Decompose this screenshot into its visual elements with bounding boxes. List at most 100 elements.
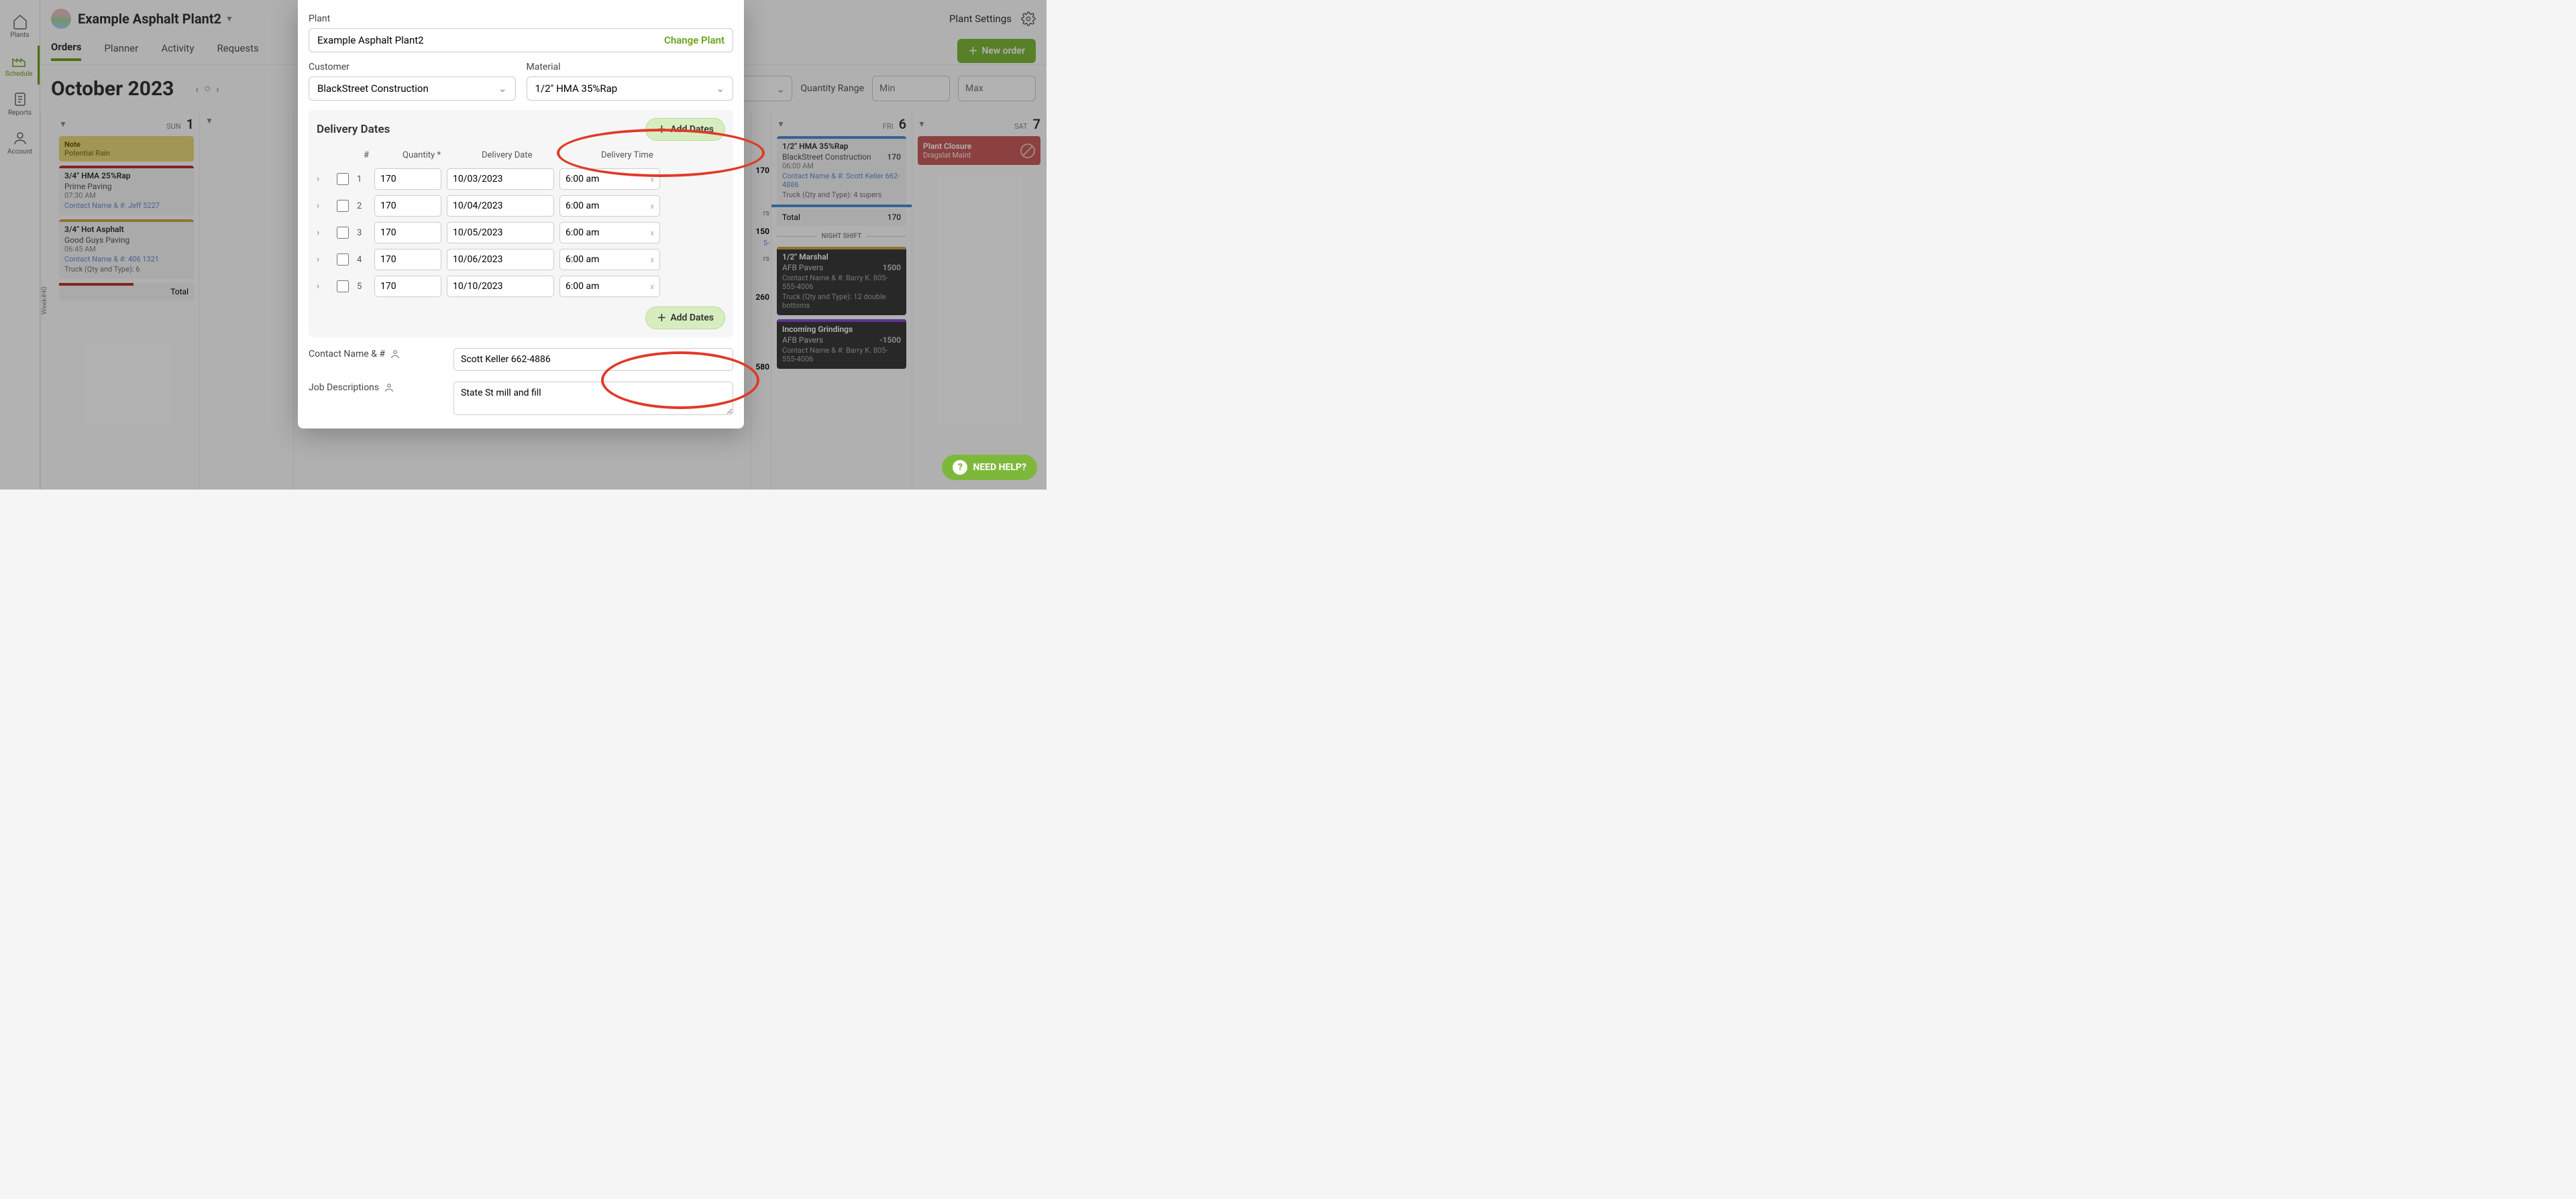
- qty-min-input[interactable]: [872, 76, 950, 101]
- expand-row-button[interactable]: ›: [317, 174, 331, 184]
- row-number: 3: [357, 228, 369, 238]
- clear-time-button[interactable]: x: [651, 255, 654, 264]
- sidebar-nav: Plants Schedule Reports Account: [0, 0, 40, 490]
- plant-settings-link[interactable]: Plant Settings: [949, 13, 1012, 25]
- next-month-button[interactable]: ›: [216, 82, 219, 95]
- plant-selector[interactable]: Example Asphalt Plant2 ▼: [78, 11, 233, 27]
- order-qty: 170: [887, 152, 901, 162]
- gear-icon[interactable]: [1021, 11, 1036, 26]
- order-card[interactable]: 1/2" HMA 35%Rap BlackStreet Construction…: [777, 136, 906, 205]
- order-qty-frag: 260: [753, 292, 769, 302]
- row-checkbox[interactable]: [337, 200, 349, 212]
- chevron-down-icon: ⌄: [498, 82, 507, 95]
- order-card[interactable]: 1/2" Marshal AFB Pavers1500 Contact Name…: [777, 247, 906, 315]
- change-plant-button[interactable]: Change Plant: [664, 34, 724, 46]
- quantity-input[interactable]: [374, 249, 441, 270]
- note-title: Note: [64, 140, 189, 149]
- time-input[interactable]: 6:00 amx: [559, 276, 660, 297]
- day-collapse-toggle[interactable]: ▼: [918, 119, 926, 129]
- order-truck: Truck (Qty and Type): 12 double bottoms: [782, 292, 901, 310]
- person-icon: [383, 382, 395, 394]
- total-qty: 170: [888, 213, 901, 222]
- question-icon: ?: [953, 460, 967, 475]
- quantity-input[interactable]: [374, 276, 441, 297]
- day-collapse-toggle[interactable]: ▼: [777, 119, 785, 129]
- order-contact: Contact Name & #: Scott Keller 662-4886: [782, 172, 901, 189]
- expand-row-button[interactable]: ›: [317, 201, 331, 211]
- date-input[interactable]: [447, 222, 554, 243]
- clear-time-button[interactable]: x: [651, 282, 654, 291]
- plant-closure-card[interactable]: Plant Closure Dragslat Maint: [918, 136, 1040, 165]
- delivery-dates-section: Delivery Dates ＋ Add Dates # Quantity * …: [309, 110, 733, 337]
- row-checkbox[interactable]: [337, 280, 349, 292]
- date-input[interactable]: [447, 168, 554, 190]
- date-input[interactable]: [447, 195, 554, 217]
- closure-title: Plant Closure: [923, 141, 971, 151]
- time-input[interactable]: 6:00 amx: [559, 168, 660, 190]
- chevron-down-icon: ⌄: [776, 82, 785, 95]
- col-qty: Quantity *: [402, 150, 476, 160]
- quantity-input[interactable]: [374, 195, 441, 217]
- order-contact: Contact Name & #: 406 1321: [64, 255, 189, 264]
- qty-range-label: Quantity Range: [800, 83, 864, 94]
- new-order-button[interactable]: ＋ New order: [957, 39, 1036, 63]
- row-checkbox[interactable]: [337, 173, 349, 185]
- help-button[interactable]: ? NEED HELP?: [942, 455, 1037, 480]
- row-number: 5: [357, 282, 369, 292]
- time-input[interactable]: 6:00 amx: [559, 195, 660, 217]
- order-frag: 5-: [753, 239, 769, 247]
- quantity-input[interactable]: [374, 222, 441, 243]
- nav-reports[interactable]: Reports: [0, 84, 40, 123]
- job-description-input[interactable]: State St mill and fill: [453, 382, 733, 415]
- day-column-thu: 170 rs 150 5- rs 260 580: [751, 112, 771, 490]
- nav-account[interactable]: Account: [0, 123, 40, 162]
- order-card[interactable]: 3/4" HMA 25%Rap Prime Paving 07:30 AM Co…: [59, 166, 194, 215]
- day-collapse-toggle[interactable]: ▼: [205, 116, 213, 125]
- expand-row-button[interactable]: ›: [317, 281, 331, 292]
- quantity-input[interactable]: [374, 168, 441, 190]
- delivery-row: › 1 6:00 amx: [317, 166, 725, 192]
- nav-plants[interactable]: Plants: [0, 7, 40, 46]
- qty-max-input[interactable]: [958, 76, 1036, 101]
- plant-logo: [51, 9, 71, 29]
- day-column-sun: ▼ SUN 1 Note Potential Rain 3/4" HMA 25%…: [54, 112, 200, 490]
- material-field-label: Material: [527, 62, 734, 72]
- expand-row-button[interactable]: ›: [317, 227, 331, 238]
- tab-requests[interactable]: Requests: [217, 42, 258, 60]
- date-input[interactable]: [447, 249, 554, 270]
- job-label: Job Descriptions: [309, 382, 379, 393]
- note-card[interactable]: Note Potential Rain: [59, 136, 194, 162]
- time-input[interactable]: 6:00 amx: [559, 222, 660, 243]
- tab-activity[interactable]: Activity: [161, 42, 194, 60]
- person-icon: [389, 348, 401, 360]
- date-input[interactable]: [447, 276, 554, 297]
- order-card[interactable]: 3/4" Hot Asphalt Good Guys Paving 06:45 …: [59, 219, 194, 279]
- clear-time-button[interactable]: x: [651, 175, 654, 184]
- prev-month-button[interactable]: ‹: [195, 82, 199, 95]
- time-input[interactable]: 6:00 amx: [559, 249, 660, 270]
- expand-row-button[interactable]: ›: [317, 254, 331, 265]
- customer-select[interactable]: BlackStreet Construction ⌄: [309, 76, 516, 101]
- day-of-week: FRI: [883, 122, 894, 131]
- plus-icon: ＋: [968, 44, 977, 58]
- nav-schedule[interactable]: Schedule: [0, 46, 40, 84]
- clear-time-button[interactable]: x: [651, 202, 654, 211]
- today-button[interactable]: ○: [204, 82, 211, 95]
- tab-planner[interactable]: Planner: [104, 42, 138, 60]
- tab-orders[interactable]: Orders: [51, 41, 81, 61]
- contact-input[interactable]: [453, 348, 733, 371]
- order-material: Incoming Grindings: [782, 325, 853, 334]
- new-order-label: New order: [981, 46, 1025, 56]
- add-dates-button-top[interactable]: ＋ Add Dates: [645, 118, 725, 141]
- col-num: #: [364, 150, 397, 160]
- clear-time-button[interactable]: x: [651, 229, 654, 237]
- row-number: 4: [357, 255, 369, 265]
- material-select[interactable]: 1/2" HMA 35%Rap ⌄: [527, 76, 734, 101]
- day-collapse-toggle[interactable]: ▼: [59, 119, 67, 129]
- row-checkbox[interactable]: [337, 227, 349, 239]
- add-dates-label: Add Dates: [670, 124, 714, 135]
- row-checkbox[interactable]: [337, 253, 349, 266]
- order-card[interactable]: Incoming Grindings AFB Pavers-1500 Conta…: [777, 319, 906, 369]
- customer-value: BlackStreet Construction: [317, 82, 429, 95]
- add-dates-button-bottom[interactable]: ＋ Add Dates: [645, 306, 725, 329]
